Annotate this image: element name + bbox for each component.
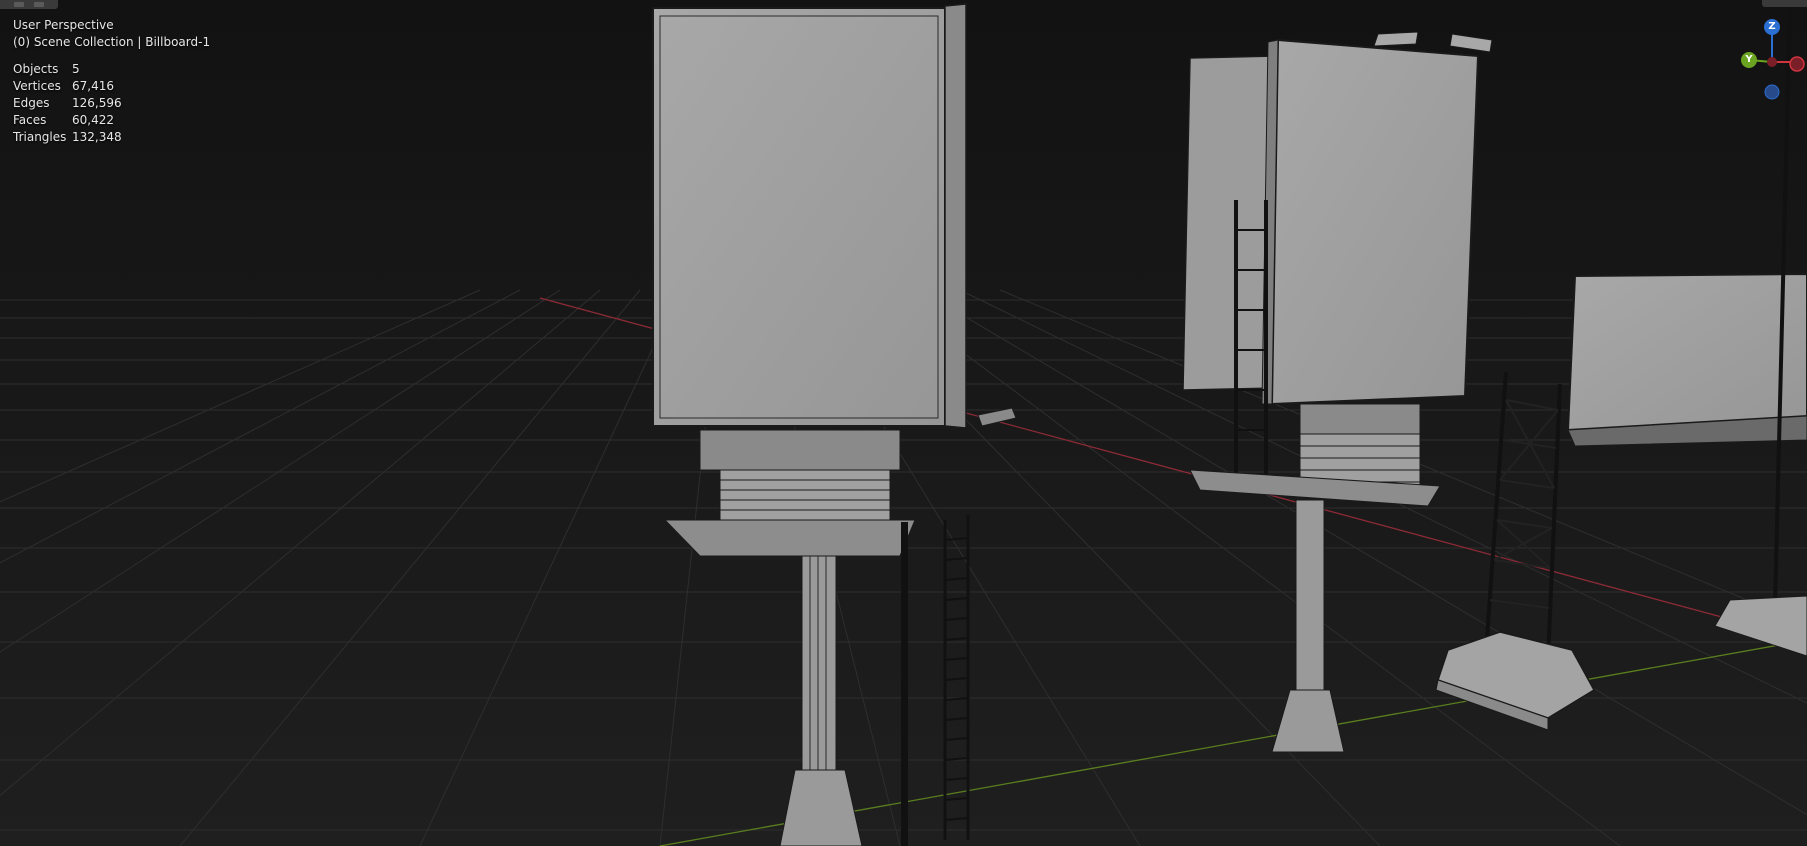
view-name: User Perspective [13,18,114,32]
editor-icon [14,2,24,7]
neg-x-handle [1764,84,1780,100]
header-tab-right[interactable] [1762,0,1807,7]
stat-row-triangles: Triangles 132,348 [13,130,122,144]
neg-y-handle [1767,57,1777,67]
viewport-text-info: User Perspective (0) Scene Collection | … [13,17,210,146]
stat-row-vertices: Vertices 67,416 [13,79,114,93]
stat-row-faces: Faces 60,422 [13,113,114,127]
editor-type-tab[interactable] [0,0,58,9]
stat-row-edges: Edges 126,596 [13,96,122,110]
stat-row-objects: Objects 5 [13,62,80,76]
collection-line: (0) Scene Collection | Billboard-1 [13,35,211,49]
dropdown-icon [34,2,44,7]
x-handle [1789,56,1805,72]
scene-statistics: Objects 5 Vertices 67,416 Edges 126,596 … [13,61,210,146]
z-axis-label[interactable]: Z [1764,19,1780,35]
y-axis-label[interactable]: Y [1741,52,1757,68]
3d-viewport[interactable]: User Perspective (0) Scene Collection | … [0,0,1807,846]
navigation-gizmo[interactable]: Z Y [1737,14,1807,109]
scene-render[interactable] [0,0,1807,846]
